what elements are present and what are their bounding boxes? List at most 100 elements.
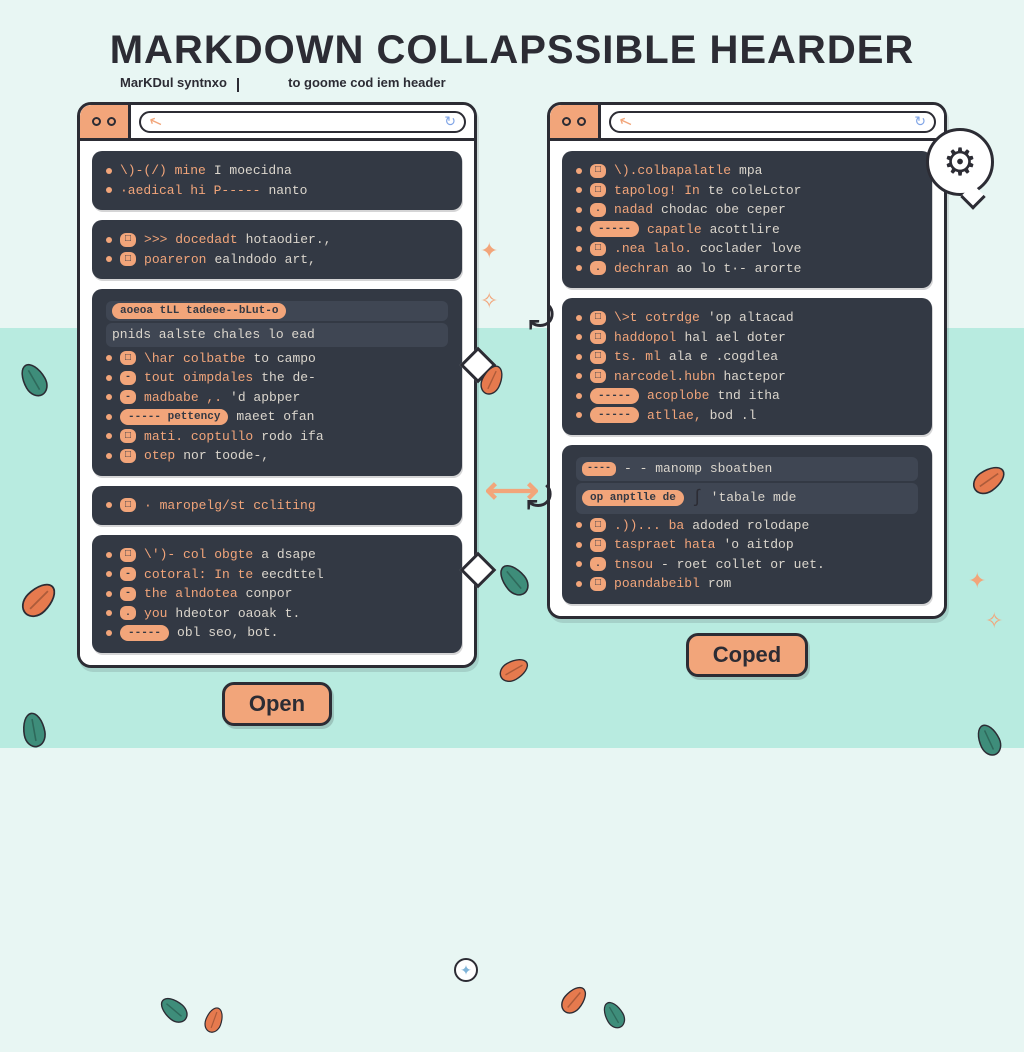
code-token: nanto — [268, 181, 307, 201]
code-line: ----- atllae, bod .l — [576, 406, 918, 426]
arrow-icon: ↖ — [616, 110, 635, 133]
code-block: □ \')- col obgte a dsape- cotoral: In te … — [92, 535, 462, 653]
pill-badge: □ — [120, 252, 136, 266]
pill-badge: □ — [120, 233, 136, 247]
code-token: a dsape — [261, 545, 316, 565]
code-token: - roet collet or uet. — [661, 555, 825, 575]
curl-icon: ∫ — [692, 485, 703, 512]
browser-window-right: ↖ ↻ □ \).colbapalatle mpa□ tapolog! In te… — [547, 102, 947, 619]
pill-badge: ----- — [590, 407, 639, 423]
code-token: 'op altacad — [708, 308, 794, 328]
code-line: ---- - - manomp sboatben — [576, 457, 918, 481]
code-token: nor toode-, — [183, 446, 269, 466]
code-line: -the alndotea conpor — [106, 584, 448, 604]
code-line: . tnsou - roet collet or uet. — [576, 555, 918, 575]
code-token: to campo — [253, 349, 315, 369]
code-line: □ tapolog! In te coleLctor — [576, 181, 918, 201]
code-line: □ narcodel.hubn hactepor — [576, 367, 918, 387]
code-token-orange: · maropelg/st ccliting — [144, 496, 316, 516]
code-token: mpa — [739, 161, 762, 181]
leaf-icon — [557, 982, 592, 1018]
code-token-orange: taspraet hata — [614, 535, 715, 555]
pill-badge: □ — [590, 577, 606, 591]
code-token: acottlire — [710, 220, 780, 240]
code-token-orange: \)-(/) mine — [120, 161, 206, 181]
code-token-orange: \).colbapalatle — [614, 161, 731, 181]
coped-button[interactable]: Coped — [686, 633, 808, 677]
pill-badge: . — [590, 261, 606, 275]
code-token-orange: tout oimpdales — [144, 368, 253, 388]
code-line: □ts. ml ala e .cogdlea — [576, 347, 918, 367]
code-token: hactepor — [723, 367, 785, 387]
settings-callout: ⚙ — [926, 128, 994, 196]
pill-badge: ----- — [120, 625, 169, 641]
code-block: □ \>t cotrdge 'op altacad□ haddopol hal … — [562, 298, 932, 435]
browser-window-left: ↖ ↻ \)-(/) mine I moecidna·aedical hi P-… — [77, 102, 477, 668]
open-button[interactable]: Open — [222, 682, 332, 726]
code-token-orange: poareron — [144, 250, 206, 270]
subtitle-1: MarKDul syntnxo — [120, 75, 227, 90]
code-token: maeet ofan — [236, 407, 314, 427]
code-token: ao lo t·- arorte — [677, 259, 802, 279]
pill-badge: □ — [590, 242, 606, 256]
code-token-orange: haddopol — [614, 328, 676, 348]
swap-arrow-icon: ⟷ — [485, 468, 539, 513]
code-token: the de- — [261, 368, 316, 388]
page-curl-icon: ⤾ — [529, 302, 554, 336]
code-token-orange: \')- col obgte — [144, 545, 253, 565]
star-badge-icon: ✦ — [454, 958, 478, 982]
address-bar[interactable]: ↖ ↻ — [609, 111, 936, 133]
leaf-icon — [156, 993, 192, 1028]
code-line: □ .nea lalo. coclader love — [576, 239, 918, 259]
window-controls[interactable] — [550, 105, 601, 138]
code-line: . dechran ao lo t·- arorte — [576, 259, 918, 279]
pill-badge: □ — [120, 429, 136, 443]
code-token: tnd itha — [717, 386, 779, 406]
pill-badge: . — [120, 606, 136, 620]
pill-badge: □ — [120, 498, 136, 512]
address-bar[interactable]: ↖ ↻ — [139, 111, 466, 133]
pill-badge: □ — [590, 538, 606, 552]
code-token-orange: otep — [144, 446, 175, 466]
code-line: . nadad chodac obe ceper — [576, 200, 918, 220]
code-token-orange: tapolog! In — [614, 181, 700, 201]
dot-icon — [107, 117, 116, 126]
pill-badge: . — [590, 557, 606, 571]
code-line: □>>> docedadt hotaodier., — [106, 230, 448, 250]
pill-badge: □ — [120, 548, 136, 562]
code-block: □ \).colbapalatle mpa□ tapolog! In te col… — [562, 151, 932, 288]
code-line: □ \>t cotrdge 'op altacad — [576, 308, 918, 328]
pill-badge: - — [120, 371, 136, 385]
code-token: - - manomp sboatben — [624, 459, 772, 479]
code-token-orange: tnsou — [614, 555, 653, 575]
pill-badge: □ — [590, 183, 606, 197]
code-token-orange: acoplobe — [647, 386, 709, 406]
code-token-orange: >>> docedadt — [144, 230, 238, 250]
code-line: ----- acoplobe tnd itha — [576, 386, 918, 406]
code-token-orange: \har colbatbe — [144, 349, 245, 369]
code-line: □ taspraet hata 'o aitdop — [576, 535, 918, 555]
subtitle-row: MarKDul syntnxo to goome cod iem header — [120, 75, 1024, 90]
dot-icon — [577, 117, 586, 126]
leaf-icon — [202, 1005, 227, 1036]
code-token: 'o aitdop — [723, 535, 793, 555]
code-token-orange: mati. coptullo — [144, 427, 253, 447]
browser-chrome: ↖ ↻ — [550, 105, 944, 141]
code-token: pnids aalste chales lo ead — [112, 325, 315, 345]
browser-body-right: □ \).colbapalatle mpa□ tapolog! In te col… — [550, 141, 944, 616]
code-line: □ mati. coptullo rodo ifa — [106, 427, 448, 447]
code-token-orange: nadad — [614, 200, 653, 220]
pill-badge: - — [120, 390, 136, 404]
code-line: □\har colbatbe to campo — [106, 349, 448, 369]
sparkle-icon: ✦ — [968, 568, 986, 594]
code-block: ---- - - manomp sboatbenop anptlle de∫ '… — [562, 445, 932, 604]
code-line: ·aedical hi P----- nanto — [106, 181, 448, 201]
code-line: - cotoral: In te eecdttel — [106, 565, 448, 585]
code-token: obl seo, bot. — [177, 623, 278, 643]
code-line: ----- pettency maeet ofan — [106, 407, 448, 427]
refresh-icon[interactable]: ↻ — [444, 113, 456, 130]
pill-badge: □ — [590, 164, 606, 178]
window-controls[interactable] — [80, 105, 131, 138]
code-token: eecdttel — [261, 565, 323, 585]
refresh-icon[interactable]: ↻ — [914, 113, 926, 130]
